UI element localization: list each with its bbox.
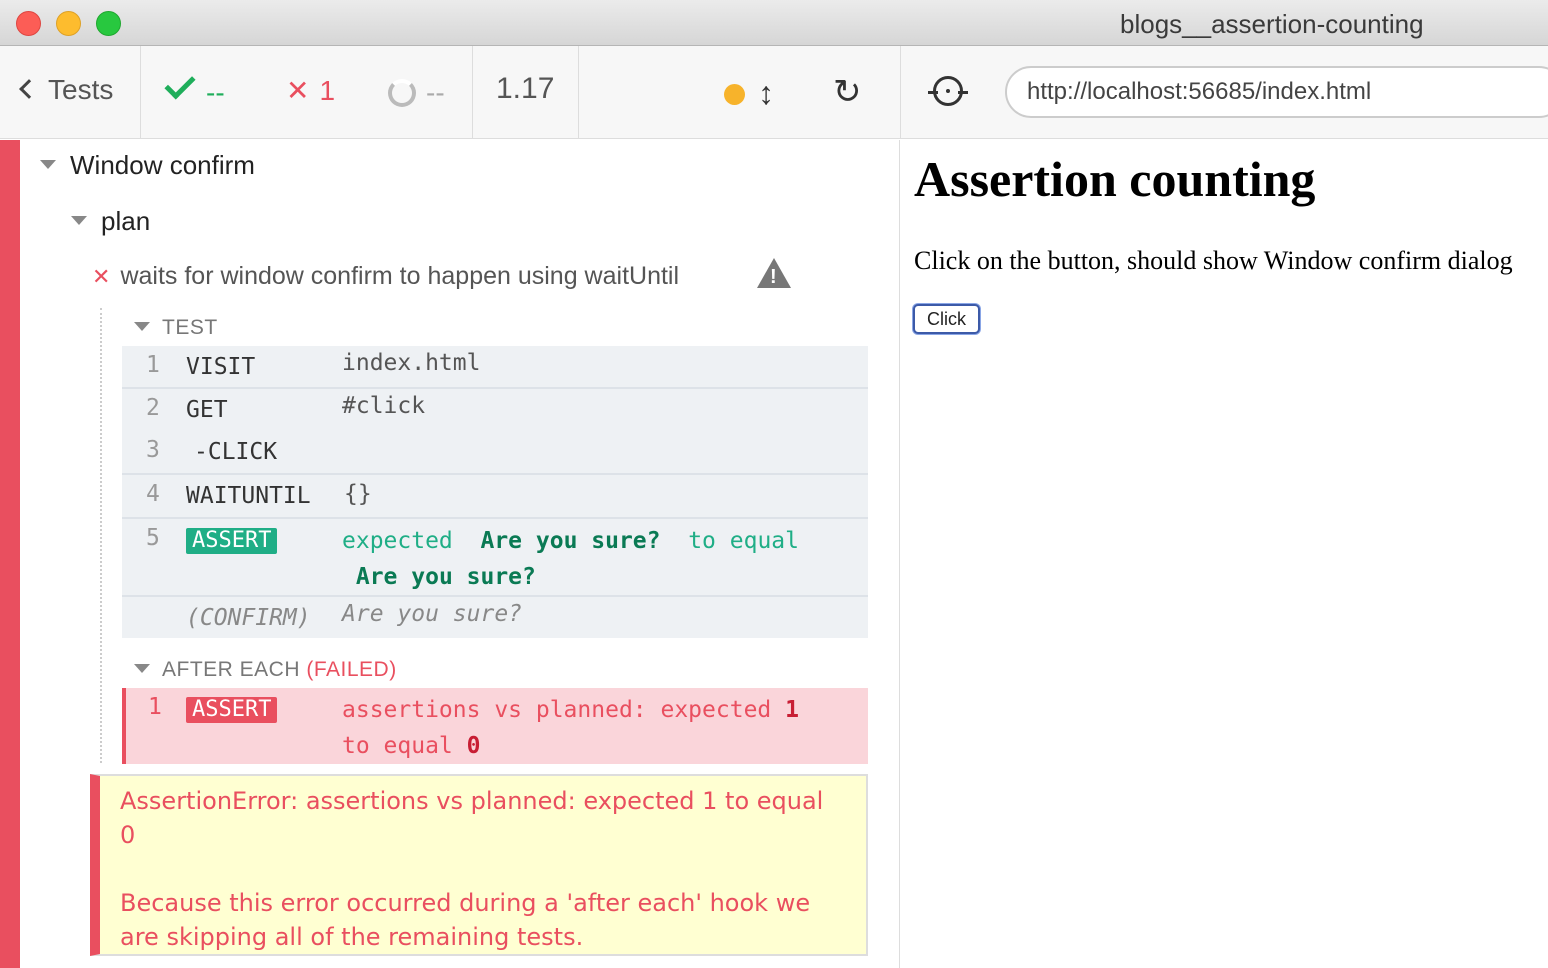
hook-divider — [100, 308, 102, 763]
subsuite-label: plan — [101, 206, 151, 236]
error-explanation: Because this error occurred during a 'af… — [120, 889, 811, 951]
divider — [578, 46, 579, 139]
test-title[interactable]: ✕ waits for window confirm to happen usin… — [92, 262, 679, 291]
passed-stat: -- — [164, 68, 225, 109]
selector-playground-icon[interactable] — [933, 76, 963, 106]
app-under-test: Assertion counting Click on the button, … — [901, 140, 1548, 968]
pending-spinner-icon — [388, 79, 416, 107]
auto-scroll-toggle-icon[interactable]: ↕ — [758, 75, 774, 112]
error-message-box: AssertionError: assertions vs planned: e… — [90, 774, 868, 956]
page-heading: Assertion counting — [914, 151, 1316, 207]
failed-command-row[interactable]: 1 ASSERT assertions vs planned: expected… — [122, 688, 868, 764]
rerun-tests-icon[interactable]: ↻ — [833, 72, 862, 112]
check-icon — [164, 68, 196, 100]
command-row-assert[interactable]: 5 ASSERT expected Are you sure? to equal… — [122, 519, 868, 597]
collapse-triangle-icon — [134, 664, 150, 673]
reporter-runnables: Window confirm plan ✕ waits for window co… — [0, 140, 900, 968]
command-log: 1 VISIT index.html 2 GET #click 3 -CLICK… — [122, 346, 868, 638]
command-row[interactable]: 4 WAITUNTIL {} — [122, 475, 868, 519]
pending-stat: -- — [388, 74, 445, 109]
failed-stat: ✕ 1 — [286, 74, 335, 107]
divider — [472, 46, 473, 139]
duration: 1.17 — [496, 72, 555, 105]
minimize-window-button[interactable] — [56, 11, 81, 36]
command-row-event[interactable]: (CONFIRM) Are you sure? — [122, 597, 868, 638]
chevron-left-icon — [19, 79, 39, 99]
tests-back-button[interactable]: Tests — [19, 74, 114, 106]
running-status-dot — [724, 84, 745, 105]
pending-count: -- — [426, 77, 445, 108]
failed-x-icon: ✕ — [92, 264, 111, 289]
url-display: http://localhost:56685/index.html — [1005, 66, 1548, 118]
collapse-triangle-icon — [134, 322, 150, 331]
assert-message: expected Are you sure? to equal Are you … — [342, 528, 799, 590]
suite-label: Window confirm — [70, 150, 255, 180]
assert-badge: ASSERT — [186, 697, 278, 723]
fail-indicator-stripe — [0, 140, 20, 968]
test-hook-title[interactable]: TEST — [134, 316, 218, 340]
collapse-triangle-icon — [71, 216, 87, 225]
page-description: Click on the button, should show Window … — [914, 246, 1513, 275]
tests-back-label: Tests — [48, 74, 114, 105]
error-text: AssertionError: assertions vs planned: e… — [120, 787, 824, 849]
zoom-window-button[interactable] — [96, 11, 121, 36]
divider — [140, 46, 141, 139]
x-icon: ✕ — [286, 75, 310, 106]
aut-header: http://localhost:56685/index.html — [900, 46, 1548, 139]
window-titlebar: blogs__assertion-counting — [0, 0, 1548, 46]
passed-count: -- — [206, 77, 225, 108]
command-row[interactable]: 2 GET #click 3 -CLICK — [122, 389, 868, 475]
command-row[interactable]: 1 VISIT index.html — [122, 346, 868, 389]
failed-assert-message: assertions vs planned: expected 1 to equ… — [342, 697, 799, 759]
subsuite-title[interactable]: plan — [71, 206, 150, 237]
test-label: waits for window confirm to happen using… — [120, 262, 680, 290]
close-window-button[interactable] — [16, 11, 41, 36]
click-button[interactable]: Click — [913, 304, 980, 334]
suite-title[interactable]: Window confirm — [40, 150, 255, 181]
after-each-hook-title[interactable]: AFTER EACH (FAILED) — [134, 658, 397, 682]
assert-badge: ASSERT — [186, 528, 278, 554]
window-title: blogs__assertion-counting — [1120, 9, 1424, 39]
failed-count: 1 — [319, 75, 336, 106]
collapse-triangle-icon — [40, 160, 56, 169]
